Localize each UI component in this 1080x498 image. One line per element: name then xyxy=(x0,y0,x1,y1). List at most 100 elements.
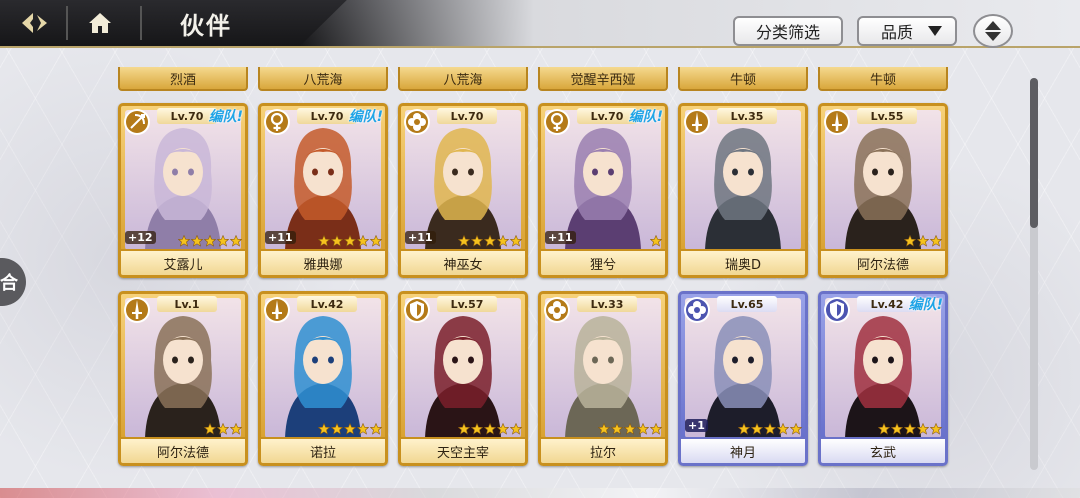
star-icon xyxy=(497,423,509,435)
character-name: 诺拉 xyxy=(261,437,385,463)
scrollbar[interactable] xyxy=(1030,78,1038,470)
sort-toggle-button[interactable] xyxy=(973,14,1013,48)
venus-icon xyxy=(542,107,572,137)
enhance-level: +1 xyxy=(685,419,708,432)
star-rating xyxy=(458,235,522,249)
clover-icon xyxy=(682,295,712,325)
shield-icon xyxy=(822,295,852,325)
partner-card[interactable]: Lv.42 诺拉 xyxy=(258,291,388,466)
partner-card[interactable]: Lv.35 瑞奥D xyxy=(678,103,808,278)
star-rating xyxy=(598,423,662,437)
partner-card[interactable]: Lv.70 编队! +12 艾露儿 xyxy=(118,103,248,278)
quality-label: 品质 xyxy=(881,23,914,42)
star-icon xyxy=(178,235,190,247)
sword-icon xyxy=(122,295,152,325)
star-icon xyxy=(904,235,916,247)
star-icon xyxy=(510,235,522,247)
star-icon xyxy=(458,235,470,247)
previous-row-partial: 烈酒 八荒海 八荒海 觉醒辛西娅 牛顿 牛顿 xyxy=(0,67,1080,91)
star-icon xyxy=(917,235,929,247)
star-icon xyxy=(357,235,369,247)
partner-card[interactable]: Lv.70 +11 神巫女 xyxy=(398,103,528,278)
partner-card[interactable]: Lv.33 拉尔 xyxy=(538,291,668,466)
back-button[interactable] xyxy=(14,7,54,39)
star-icon xyxy=(738,423,750,435)
partial-card-name[interactable]: 牛顿 xyxy=(818,67,948,91)
star-icon xyxy=(230,423,242,435)
star-icon xyxy=(471,423,483,435)
enhance-level: +11 xyxy=(265,231,296,244)
star-icon xyxy=(917,423,929,435)
star-icon xyxy=(471,235,483,247)
star-rating xyxy=(458,423,522,437)
level-badge: Lv.35 xyxy=(717,108,777,124)
divider xyxy=(66,6,68,40)
partial-card-name[interactable]: 觉醒辛西娅 xyxy=(538,67,668,91)
character-name: 天空主宰 xyxy=(401,437,525,463)
partner-card[interactable]: Lv.65 +1 神月 xyxy=(678,291,808,466)
star-icon xyxy=(611,423,623,435)
character-name: 拉尔 xyxy=(541,437,665,463)
venus-icon xyxy=(262,107,292,137)
star-rating xyxy=(904,235,942,249)
partial-card-name[interactable]: 八荒海 xyxy=(398,67,528,91)
character-name: 雅典娜 xyxy=(261,249,385,275)
star-icon xyxy=(331,423,343,435)
page-title: 伙伴 xyxy=(180,11,232,40)
star-icon xyxy=(344,235,356,247)
star-icon xyxy=(484,235,496,247)
shield-icon xyxy=(402,295,432,325)
partner-card[interactable]: Lv.1 阿尔法德 xyxy=(118,291,248,466)
enhance-level: +11 xyxy=(405,231,436,244)
chevron-down-icon xyxy=(928,26,942,36)
home-button[interactable] xyxy=(80,7,120,39)
star-icon xyxy=(318,423,330,435)
star-icon xyxy=(344,423,356,435)
level-badge: Lv.70 xyxy=(437,108,497,124)
star-icon xyxy=(230,235,242,247)
star-rating xyxy=(738,423,802,437)
team-tag: 编队! xyxy=(908,297,943,313)
partner-card[interactable]: Lv.55 阿尔法德 xyxy=(818,103,948,278)
character-name: 神巫女 xyxy=(401,249,525,275)
star-icon xyxy=(217,235,229,247)
clover-icon xyxy=(542,295,572,325)
level-badge: Lv.65 xyxy=(717,296,777,312)
sword-icon xyxy=(682,107,712,137)
sort-updown-icon xyxy=(985,21,1001,41)
level-badge: Lv.1 xyxy=(157,296,217,312)
star-icon xyxy=(357,423,369,435)
partner-card[interactable]: Lv.42 编队! 玄武 xyxy=(818,291,948,466)
level-badge: Lv.57 xyxy=(437,296,497,312)
quality-dropdown[interactable]: 品质 xyxy=(857,16,957,46)
star-rating xyxy=(318,423,382,437)
team-tag: 编队! xyxy=(628,109,663,125)
star-rating xyxy=(178,235,242,249)
star-icon xyxy=(497,235,509,247)
partial-card-name[interactable]: 八荒海 xyxy=(258,67,388,91)
divider xyxy=(140,6,142,40)
star-icon xyxy=(204,235,216,247)
star-icon xyxy=(930,423,942,435)
scrollbar-thumb[interactable] xyxy=(1030,78,1038,228)
partner-card[interactable]: Lv.70 编队! +11 狸兮 xyxy=(538,103,668,278)
partner-card[interactable]: Lv.70 编队! +11 雅典娜 xyxy=(258,103,388,278)
header-highlight xyxy=(300,0,1080,46)
star-rating xyxy=(878,423,942,437)
star-icon xyxy=(191,235,203,247)
partial-card-name[interactable]: 烈酒 xyxy=(118,67,248,91)
star-icon xyxy=(510,423,522,435)
character-name: 艾露儿 xyxy=(121,249,245,275)
star-icon xyxy=(751,423,763,435)
level-badge: Lv.33 xyxy=(577,296,637,312)
enhance-level: +11 xyxy=(545,231,576,244)
back-arrow-icon xyxy=(22,13,47,33)
filter-button[interactable]: 分类筛选 xyxy=(733,16,843,46)
character-name: 狸兮 xyxy=(541,249,665,275)
level-badge: Lv.42 xyxy=(297,296,357,312)
partial-card-name[interactable]: 牛顿 xyxy=(678,67,808,91)
sword-icon xyxy=(822,107,852,137)
star-icon xyxy=(650,423,662,435)
partner-card[interactable]: Lv.57 天空主宰 xyxy=(398,291,528,466)
star-icon xyxy=(598,423,610,435)
